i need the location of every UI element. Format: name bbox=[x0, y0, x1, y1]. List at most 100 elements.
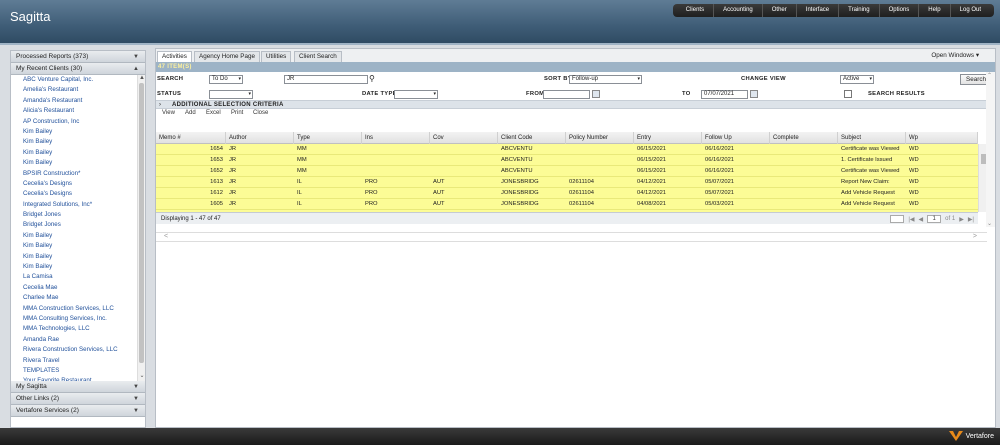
chevron-down-icon[interactable]: ▼ bbox=[133, 51, 139, 63]
other-links-panel[interactable]: Other Links (2) ▼ bbox=[11, 393, 145, 405]
search-type-select[interactable]: To Do ▾ bbox=[209, 75, 243, 84]
tab-activities[interactable]: Activities bbox=[157, 51, 192, 62]
nav-logout[interactable]: Log Out bbox=[951, 4, 990, 17]
chevron-down-icon[interactable]: ▼ bbox=[133, 393, 139, 405]
table-row[interactable]: 1613 JR IL PRO AUT JONESBRIDG 02611104 04/12/20… bbox=[156, 177, 978, 188]
recent-client-item[interactable]: Alicia's Restaurant bbox=[11, 106, 145, 116]
column-header[interactable]: Policy Number bbox=[566, 132, 634, 144]
add-button[interactable]: Add bbox=[185, 110, 196, 116]
nav-training[interactable]: Training bbox=[839, 4, 880, 17]
search-icon[interactable]: ⚲ bbox=[369, 74, 375, 83]
to-date-input[interactable]: 07/07/2021 bbox=[701, 90, 748, 99]
chevron-up-icon[interactable]: ▲ bbox=[133, 63, 139, 75]
recent-client-item[interactable]: Charlee Mae bbox=[11, 293, 145, 303]
recent-client-item[interactable]: MMA Construction Services, LLC bbox=[11, 304, 145, 314]
recent-client-item[interactable]: Bridget Jones bbox=[11, 220, 145, 230]
change-view-select[interactable]: Active ▾ bbox=[840, 75, 874, 84]
tab-client-search[interactable]: Client Search bbox=[294, 51, 342, 62]
print-button[interactable]: Print bbox=[231, 110, 243, 116]
table-row[interactable]: 1654 JR MM ABCVENTU 06/15/2021 06/16/2021 Cert… bbox=[156, 144, 978, 155]
vertafore-services-panel[interactable]: Vertafore Services (2) ▼ bbox=[11, 405, 145, 417]
recent-client-item[interactable]: La Camisa bbox=[11, 272, 145, 282]
tab-utilities[interactable]: Utilities bbox=[261, 51, 292, 62]
open-windows-menu[interactable]: Open Windows ▾ bbox=[931, 52, 979, 59]
scroll-up-icon[interactable]: ⌃ bbox=[987, 72, 992, 79]
recent-client-item[interactable]: AP Construction, Inc bbox=[11, 117, 145, 127]
sidebar-scrollbar[interactable]: ▲ ⌄ bbox=[137, 75, 145, 381]
column-header[interactable]: Complete bbox=[770, 132, 838, 144]
recent-client-item[interactable]: Cecelia's Designs bbox=[11, 179, 145, 189]
recent-client-item[interactable]: Rivera Construction Services, LLC bbox=[11, 345, 145, 355]
tab-agency-home-page[interactable]: Agency Home Page bbox=[194, 51, 261, 62]
recent-client-item[interactable]: Kim Bailey bbox=[11, 148, 145, 158]
column-header[interactable]: Subject bbox=[838, 132, 906, 144]
recent-client-item[interactable]: Amelia's Restaurant bbox=[11, 85, 145, 95]
column-header[interactable]: Wp bbox=[906, 132, 978, 144]
table-row[interactable]: 1653 JR MM ABCVENTU 06/15/2021 06/16/2021 1. C… bbox=[156, 155, 978, 166]
view-button[interactable]: View bbox=[162, 110, 175, 116]
page-input[interactable]: 1 bbox=[927, 215, 942, 223]
scroll-up-icon[interactable]: ▲ bbox=[138, 75, 145, 81]
horizontal-scrollbar[interactable]: < > bbox=[156, 232, 987, 242]
chevron-right-icon[interactable]: › bbox=[159, 102, 161, 108]
recent-client-item[interactable]: Kim Bailey bbox=[11, 127, 145, 137]
close-button[interactable]: Close bbox=[253, 110, 268, 116]
recent-client-item[interactable]: Kim Bailey bbox=[11, 137, 145, 147]
recent-client-item[interactable]: Kim Bailey bbox=[11, 231, 145, 241]
recent-client-item[interactable]: Cecelia Mae bbox=[11, 283, 145, 293]
scroll-down-icon[interactable]: ⌄ bbox=[138, 372, 145, 379]
nav-accounting[interactable]: Accounting bbox=[714, 4, 763, 17]
recent-client-item[interactable]: MMA Technologies, LLC bbox=[11, 324, 145, 334]
scroll-right-icon[interactable]: > bbox=[973, 233, 977, 240]
column-header[interactable]: Follow Up bbox=[702, 132, 770, 144]
date-type-select[interactable]: ▾ bbox=[394, 90, 438, 99]
column-header[interactable]: Type bbox=[294, 132, 362, 144]
search-results-checkbox[interactable] bbox=[844, 90, 852, 98]
page-size-box[interactable] bbox=[890, 215, 905, 223]
chevron-down-icon[interactable]: ▼ bbox=[133, 381, 139, 393]
column-header[interactable]: Author bbox=[226, 132, 294, 144]
recent-client-item[interactable]: Rivera Travel bbox=[11, 356, 145, 366]
table-row[interactable]: 1652 JR MM ABCVENTU 06/15/2021 06/16/2021 Cert… bbox=[156, 166, 978, 177]
nav-other[interactable]: Other bbox=[763, 4, 797, 17]
recent-client-item[interactable]: BPSIR Construction* bbox=[11, 169, 145, 179]
column-header[interactable]: Entry bbox=[634, 132, 702, 144]
column-header[interactable]: Cov bbox=[430, 132, 498, 144]
recent-client-item[interactable]: Amanda Rae bbox=[11, 335, 145, 345]
column-header[interactable]: Memo # bbox=[156, 132, 226, 144]
scroll-down-icon[interactable]: ⌄ bbox=[987, 220, 992, 227]
nav-clients[interactable]: Clients bbox=[677, 4, 715, 17]
scroll-left-icon[interactable]: < bbox=[164, 233, 168, 240]
sort-by-select[interactable]: Follow-up ▾ bbox=[569, 75, 642, 84]
status-select[interactable]: ▾ bbox=[209, 90, 253, 99]
processed-reports-panel[interactable]: Processed Reports (373) ▼ bbox=[11, 51, 145, 63]
calendar-icon[interactable] bbox=[592, 90, 600, 98]
nav-help[interactable]: Help bbox=[919, 4, 951, 17]
prev-page-icon[interactable]: ◀ bbox=[919, 216, 924, 223]
recent-client-item[interactable]: Kim Bailey bbox=[11, 158, 145, 168]
column-header[interactable]: Ins bbox=[362, 132, 430, 144]
recent-client-item[interactable]: Kim Bailey bbox=[11, 241, 145, 251]
recent-client-item[interactable]: Kim Bailey bbox=[11, 262, 145, 272]
last-page-icon[interactable]: ▶| bbox=[968, 216, 974, 223]
recent-client-item[interactable]: Kim Bailey bbox=[11, 252, 145, 262]
scrollbar-thumb[interactable] bbox=[139, 83, 144, 363]
recent-client-item[interactable]: ABC Venture Capital, Inc. bbox=[11, 75, 145, 85]
recent-client-item[interactable]: Bridget Jones bbox=[11, 210, 145, 220]
recent-client-item[interactable]: MMA Consulting Services, Inc. bbox=[11, 314, 145, 324]
nav-options[interactable]: Options bbox=[880, 4, 920, 17]
additional-criteria-bar[interactable]: › ADDITIONAL SELECTION CRITERIA bbox=[156, 100, 995, 109]
nav-interface[interactable]: Interface bbox=[797, 4, 840, 17]
recent-client-item[interactable]: TEMPLATES bbox=[11, 366, 145, 376]
first-page-icon[interactable]: |◀ bbox=[908, 216, 914, 223]
column-header[interactable]: Client Code bbox=[498, 132, 566, 144]
recent-clients-panel[interactable]: My Recent Clients (30) ▲ bbox=[11, 63, 145, 75]
from-date-input[interactable] bbox=[543, 90, 590, 99]
search-input[interactable]: JR bbox=[284, 75, 368, 84]
main-scrollbar[interactable]: ⌃ ⌄ bbox=[986, 72, 995, 227]
calendar-icon[interactable] bbox=[750, 90, 758, 98]
recent-client-item[interactable]: Amanda's Restaurant bbox=[11, 96, 145, 106]
my-sagitta-panel[interactable]: My Sagitta ▼ bbox=[11, 381, 145, 393]
table-row[interactable]: 1605 JR IL PRO AUT JONESBRIDG 02611104 04/08/20… bbox=[156, 199, 978, 210]
chevron-down-icon[interactable]: ▼ bbox=[133, 405, 139, 417]
